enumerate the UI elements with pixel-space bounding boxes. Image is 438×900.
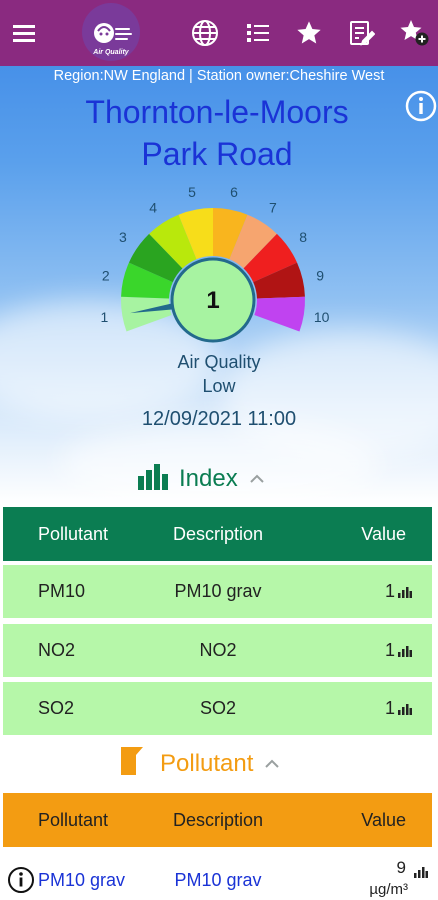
row-description: PM10 grav [174,870,262,890]
index-section-toggle[interactable]: Index [137,461,268,497]
header-pollutant: Pollutant [38,523,109,544]
bar-chart-icon[interactable] [398,703,412,715]
list-icon[interactable] [242,17,274,49]
header-pollutant: Pollutant [38,809,109,830]
air-quality-gauge: 1 2 3 4 5 6 7 8 9 10 1 [95,184,335,355]
factory-icon [118,745,152,784]
header-value: Value [361,523,406,544]
gauge-scale-label: 4 [149,200,157,216]
info-icon[interactable] [405,90,437,122]
globe-icon[interactable] [189,17,221,49]
row-value: 1 [384,698,395,718]
chevron-up-icon [261,750,283,778]
row-value: 1 [384,640,395,660]
gauge-value: 1 [206,287,219,314]
header-description: Description [172,523,264,544]
info-icon[interactable] [7,866,35,899]
air-quality-label: Air Quality [177,352,261,372]
add-favourite-icon[interactable] [398,17,430,49]
gauge-segment-10 [254,296,305,332]
bar-chart-icon[interactable] [414,862,428,883]
index-row-pm10[interactable]: PM10 PM10 grav 1 [3,565,432,618]
app-logo[interactable]: Air Quality [82,3,140,61]
air-quality-band: Low [202,376,236,396]
row-pollutant: SO2 [38,698,75,718]
bar-chart-icon[interactable] [398,586,412,598]
index-table-header: Pollutant Description Value [3,507,432,561]
gauge-scale-label: 6 [230,185,238,200]
gauge-scale-label: 7 [269,200,277,216]
station-name-line2: Park Road [141,136,293,172]
pollutant-section-title: Pollutant [160,750,254,777]
gauge-scale-label: 3 [119,229,127,245]
star-icon[interactable] [293,17,325,49]
row-pollutant: PM10 grav [38,870,126,890]
header-value: Value [361,809,406,830]
row-description: NO2 [199,640,237,660]
row-value: 1 [384,581,395,601]
station-name-line1: Thornton-le-Moors [85,94,349,130]
bar-chart-icon[interactable] [398,645,412,657]
gauge-segment-1 [121,296,172,332]
region-owner-line: Region:NW England | Station owner:Cheshi… [53,68,385,84]
index-row-so2[interactable]: SO2 SO2 1 [3,682,432,735]
row-unit: µg/m³ [369,881,408,898]
gauge-scale-label: 10 [314,309,330,325]
row-description: SO2 [199,698,237,718]
logo-text: Air Quality [93,49,129,56]
menu-icon[interactable] [8,17,40,49]
top-app-bar: Air Quality [0,0,438,66]
edit-note-icon[interactable] [345,17,377,49]
row-pollutant: PM10 [38,581,86,601]
row-value: 9 [396,858,406,877]
index-section-title: Index [179,465,238,492]
pollutant-section-toggle[interactable]: Pollutant [118,746,283,782]
reading-datetime: 12/09/2021 11:00 [141,408,297,430]
gauge-dial: 1 2 3 4 5 6 7 8 9 10 1 [100,184,330,343]
gauge-scale-label: 5 [188,185,196,200]
bar-chart-icon [137,462,171,497]
chevron-up-icon [246,465,268,493]
row-pollutant: NO2 [38,640,76,660]
gauge-scale-label: 1 [100,309,108,325]
row-description: PM10 grav [174,581,262,601]
gauge-scale-label: 9 [316,267,324,283]
gauge-scale-label: 8 [299,229,307,245]
pollutant-table-header: Pollutant Description Value [3,793,432,847]
gauge-scale-label: 2 [102,267,110,283]
header-description: Description [172,809,264,830]
index-row-no2[interactable]: NO2 NO2 1 [3,624,432,677]
pollutant-row-pm10grav[interactable]: PM10 grav PM10 grav 9 µg/m³ [3,852,432,900]
